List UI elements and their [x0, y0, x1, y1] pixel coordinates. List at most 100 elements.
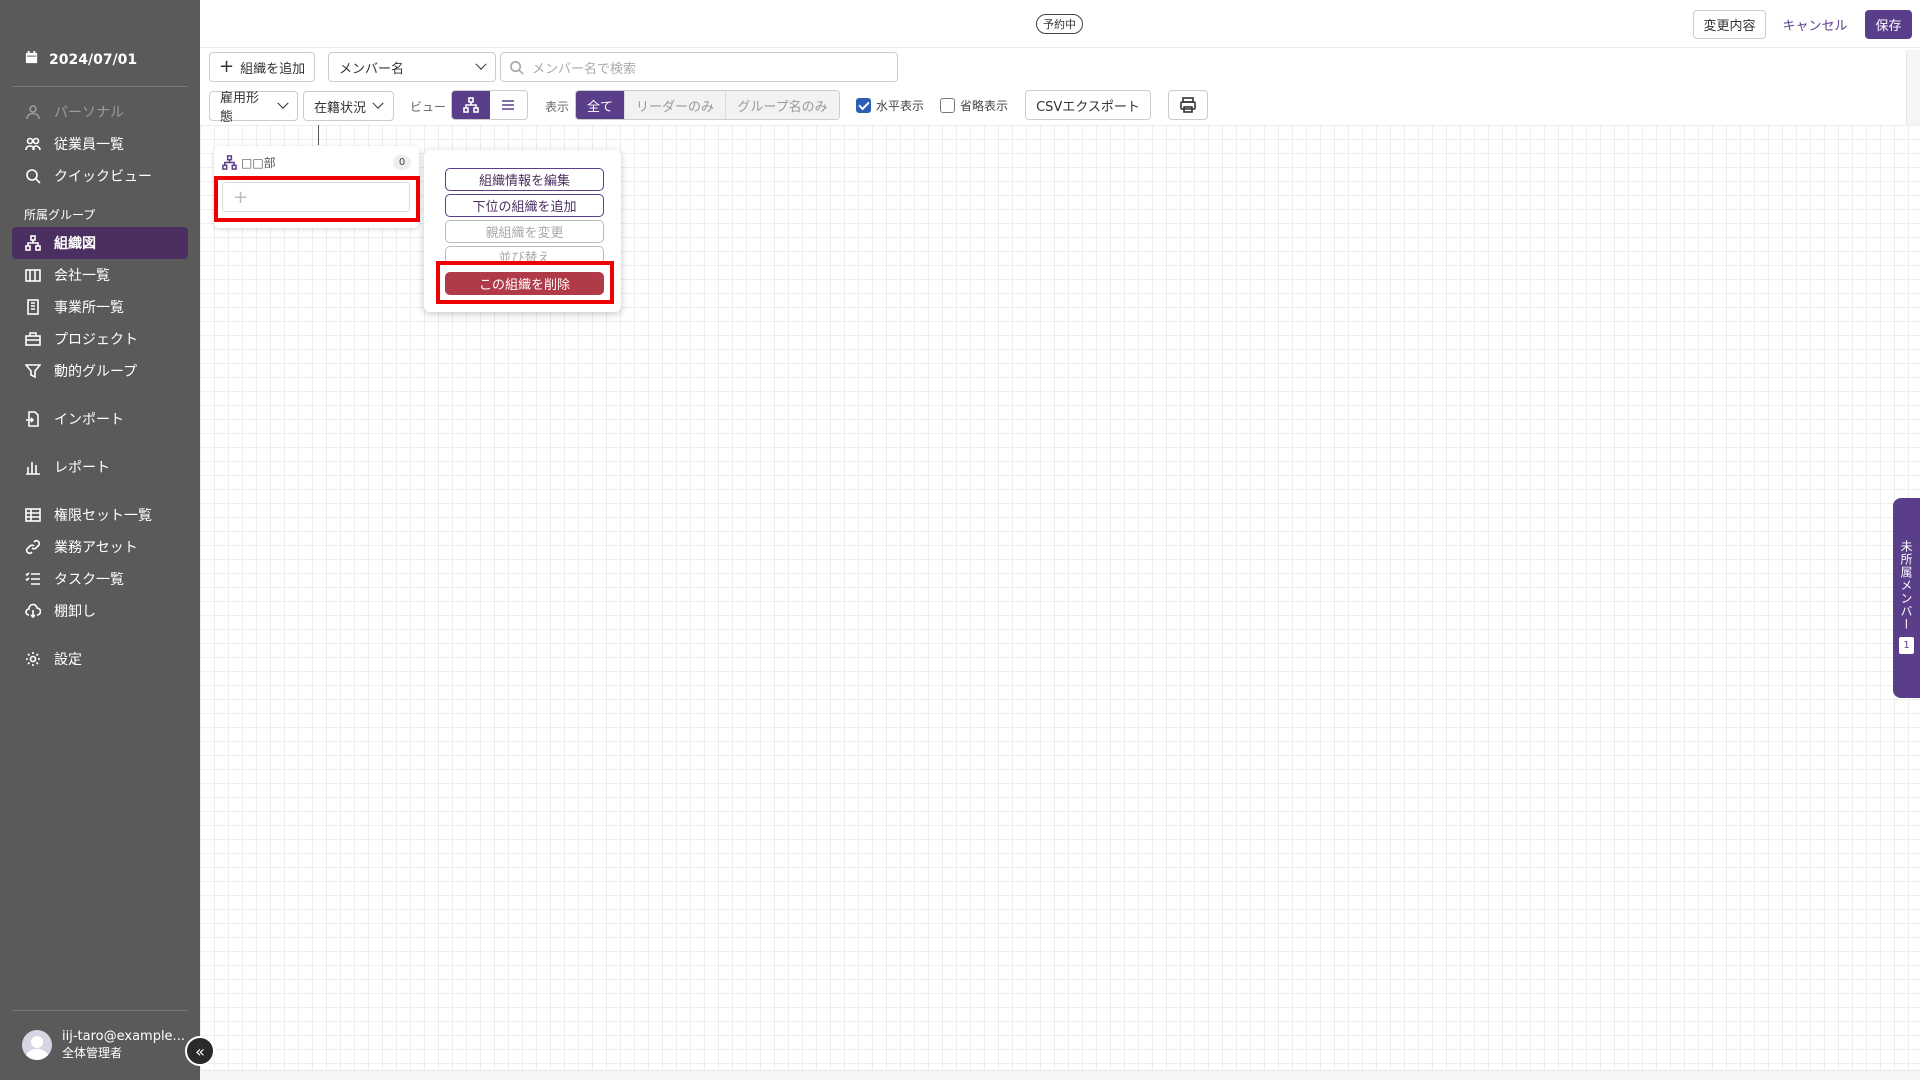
sidebar-item-org-chart[interactable]: 組織図 [12, 227, 188, 259]
checkbox-unchecked[interactable] [940, 98, 955, 113]
sidebar-item-label: 事業所一覧 [54, 300, 124, 316]
sidebar-item-projects[interactable]: プロジェクト [12, 323, 188, 355]
sidebar-item-label: 権限セット一覧 [54, 508, 152, 524]
vertical-scrollbar[interactable] [1906, 50, 1920, 126]
save-button[interactable]: 保存 [1865, 10, 1912, 39]
horizontal-display-checkbox[interactable]: 水平表示 [856, 97, 924, 114]
member-search-input[interactable]: メンバー名で検索 [500, 52, 898, 82]
sidebar-item-companies[interactable]: 会社一覧 [12, 259, 188, 291]
enrollment-status-label: 在籍状況 [314, 100, 367, 116]
list-icon [502, 100, 515, 110]
plus-icon: + [219, 56, 235, 77]
user-role: 全体管理者 [62, 1046, 123, 1060]
csv-export-button[interactable]: CSVエクスポート [1025, 90, 1151, 120]
sidebar-item-label: インポート [54, 412, 124, 428]
users-icon [24, 135, 42, 153]
building-icon [24, 266, 42, 284]
view-changes-button[interactable]: 変更内容 [1693, 10, 1766, 39]
person-icon [24, 103, 42, 121]
change-parent-org-button[interactable]: 親組織を変更 [445, 220, 604, 243]
user-profile[interactable]: iij-taro@example... 全体管理者 [22, 1028, 185, 1062]
sidebar-item-label: 棚卸し [54, 604, 96, 620]
display-option-all[interactable]: 全て [576, 91, 624, 119]
search-placeholder: メンバー名で検索 [532, 61, 637, 77]
edit-org-info-button[interactable]: 組織情報を編集 [445, 168, 604, 191]
sidebar: 2024/07/01 パーソナル 従業員一覧 クイックビュー 所属グループ 組織… [0, 0, 200, 1080]
org-chart-icon [24, 234, 42, 252]
sidebar-item-quickview[interactable]: クイックビュー [12, 160, 188, 192]
sidebar-item-label: 動的グループ [54, 364, 138, 380]
status-badge: 予約中 [1036, 14, 1083, 34]
grid-icon [24, 506, 42, 524]
collapse-sidebar-button[interactable]: « [185, 1036, 215, 1066]
chevron-down-icon [475, 58, 487, 70]
org-chart-icon [462, 97, 479, 113]
sidebar-item-inventory[interactable]: 棚卸し [12, 595, 188, 627]
member-count-badge: 0 [393, 155, 411, 170]
tree-view-button[interactable] [452, 91, 490, 119]
unassigned-members-tab[interactable]: 未所属メンバー 1 [1893, 498, 1920, 698]
member-field-select[interactable]: メンバー名 [328, 52, 496, 82]
sidebar-item-business-assets[interactable]: 業務アセット [12, 531, 188, 563]
sidebar-item-dynamic-groups[interactable]: 動的グループ [12, 355, 188, 387]
office-icon [24, 298, 42, 316]
horizontal-display-label: 水平表示 [876, 99, 925, 113]
highlight-box [214, 176, 420, 222]
sidebar-item-import[interactable]: インポート [12, 403, 188, 435]
org-node-name: □□部 [241, 156, 276, 170]
print-button[interactable] [1168, 90, 1208, 120]
sidebar-item-label: クイックビュー [54, 169, 152, 185]
sidebar-item-personal[interactable]: パーソナル [12, 96, 188, 128]
sidebar-item-offices[interactable]: 事業所一覧 [12, 291, 188, 323]
add-sub-org-button[interactable]: 下位の組織を追加 [445, 194, 604, 217]
sidebar-item-employees[interactable]: 従業員一覧 [12, 128, 188, 160]
import-icon [24, 410, 42, 428]
date-display[interactable]: 2024/07/01 [24, 50, 137, 69]
add-org-label: 組織を追加 [240, 61, 306, 77]
sidebar-item-label: 従業員一覧 [54, 137, 124, 153]
link-icon [24, 538, 42, 556]
chevron-down-icon [372, 97, 384, 109]
sidebar-item-permission-sets[interactable]: 権限セット一覧 [12, 499, 188, 531]
employment-type-dropdown[interactable]: 雇用形態 [209, 91, 298, 125]
sidebar-item-tasks[interactable]: タスク一覧 [12, 563, 188, 595]
sidebar-item-label: プロジェクト [54, 332, 138, 348]
user-email: iij-taro@example... [62, 1029, 185, 1044]
sidebar-item-label: 会社一覧 [54, 268, 110, 284]
sidebar-item-label: 業務アセット [54, 540, 138, 556]
chevron-down-icon [277, 97, 289, 109]
sidebar-divider [12, 1010, 188, 1011]
highlight-box [436, 261, 614, 304]
checkbox-checked[interactable] [856, 98, 871, 113]
abbreviated-display-checkbox[interactable]: 省略表示 [940, 97, 1008, 114]
filter-icon [24, 362, 42, 380]
display-option-leaders[interactable]: リーダーのみ [624, 91, 725, 119]
sidebar-item-label: 組織図 [54, 236, 96, 252]
unassigned-members-label: 未所属メンバー [1899, 540, 1913, 631]
search-icon [24, 167, 42, 185]
tree-connector-line [318, 125, 319, 145]
search-icon [510, 60, 524, 75]
sidebar-item-reports[interactable]: レポート [12, 451, 188, 483]
printer-icon [1180, 97, 1196, 113]
briefcase-icon [24, 330, 42, 348]
employment-type-label: 雇用形態 [220, 91, 260, 125]
org-chart-icon [222, 155, 237, 170]
org-node-header: □□部 [222, 154, 276, 171]
sidebar-divider [12, 86, 188, 87]
list-view-button[interactable] [489, 91, 527, 119]
display-filter: 全て リーダーのみ グループ名のみ [575, 90, 840, 120]
enrollment-status-dropdown[interactable]: 在籍状況 [303, 91, 394, 121]
display-label: 表示 [545, 100, 570, 114]
add-org-button[interactable]: + 組織を追加 [209, 52, 315, 82]
sidebar-item-label: タスク一覧 [54, 572, 124, 588]
abbreviated-display-label: 省略表示 [960, 99, 1009, 113]
sidebar-item-settings[interactable]: 設定 [12, 643, 188, 675]
bar-chart-icon [24, 458, 42, 476]
horizontal-scrollbar[interactable] [200, 1070, 1920, 1080]
cancel-button[interactable]: キャンセル [1778, 10, 1852, 39]
view-label: ビュー [410, 100, 447, 114]
unassigned-count-badge: 1 [1899, 637, 1914, 654]
double-chevron-left-icon: « [195, 1041, 205, 1061]
display-option-group-names[interactable]: グループ名のみ [725, 91, 839, 119]
